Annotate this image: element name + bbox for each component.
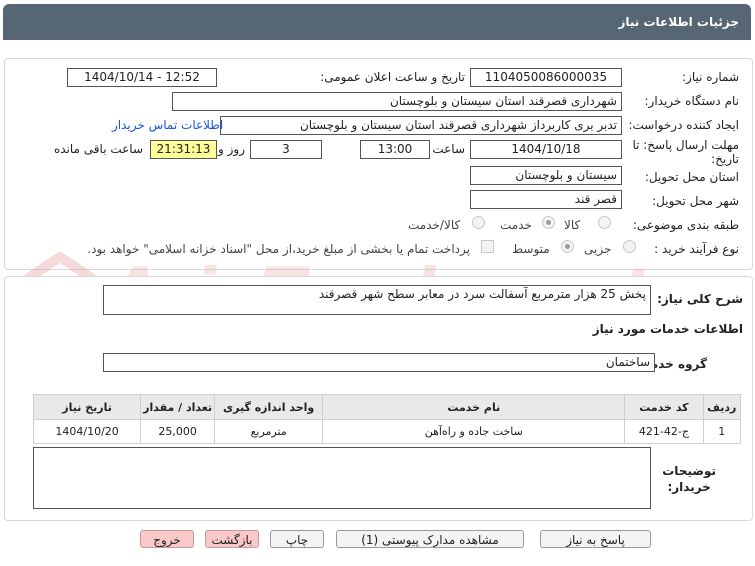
service-group-field: ساختمان [103,353,655,372]
process-type-label: نوع فرآیند خرید : [654,242,739,256]
process-option-minor-radio[interactable] [623,240,636,253]
days-label: روز و [218,142,245,156]
table-row: 1 ج-42-421 ساخت جاده و راه‌آهن مترمربع 2… [32,419,742,444]
deadline-time-field: 13:00 [360,140,430,159]
col-date-header: تاریخ نیاز [32,394,142,420]
buyer-notes-label: توضیحات خریدار: [662,463,716,495]
window-title-bar: جزئیات اطلاعات نیاز [3,4,751,40]
need-summary-field: پخش 25 هزار مترمربع آسفالت سرد در معابر … [103,285,651,315]
buyer-org-label: نام دستگاه خریدار: [644,94,740,108]
creator-label: ایجاد کننده درخواست: [628,118,739,132]
cell-service-name: ساخت جاده و راه‌آهن [322,419,626,444]
deadline-time-label: ساعت [432,142,465,156]
deadline-label: مهلت ارسال پاسخ: تا تاریخ: [632,138,739,166]
province-field: سیستان و بلوچستان [470,166,622,185]
cell-service-code: ج-42-421 [624,419,704,444]
deadline-label-line2: تاریخ: [711,152,739,166]
treasury-payment-checkbox[interactable] [481,240,494,253]
need-number-field: 1104050086000035 [470,68,622,87]
services-table: ردیف کد خدمت نام خدمت واحد اندازه گیری ت… [32,394,742,444]
deadline-date-field: 1404/10/18 [470,140,622,159]
category-label: طبقه بندی موضوعی: [632,218,739,232]
col-qty-header: تعداد / مقدار [140,394,216,420]
reply-button[interactable]: پاسخ به نیاز [540,530,651,548]
buyer-notes-field [33,447,651,509]
time-remaining-label: ساعت باقی مانده [53,142,143,156]
treasury-payment-note: پرداخت تمام یا بخشی از مبلغ خرید،از محل … [87,242,470,256]
creator-field: تدبر بری کاربرداز شهرداری قصرقند استان س… [220,116,622,135]
category-option-goods-radio[interactable] [598,216,611,229]
view-attachments-button[interactable]: مشاهده مدارک پیوستی (1) [336,530,524,548]
province-label: استان محل تحویل: [644,170,739,184]
category-option-goods-label: کالا [564,218,581,232]
cell-row-number: 1 [702,419,742,444]
city-label: شهر محل تحویل: [652,194,739,208]
col-name-header: نام خدمت [322,394,626,420]
page-title: جزئیات اطلاعات نیاز [618,15,739,29]
buyer-notes-label-line1: توضیحات [662,464,716,478]
process-option-minor-label: جزیی [584,242,612,256]
need-summary-label: شرح کلی نیاز: [657,292,743,306]
deadline-label-line1: مهلت ارسال پاسخ: تا [632,138,739,152]
exit-button[interactable]: خروج [140,530,194,548]
announce-date-label: تاریخ و ساعت اعلان عمومی: [320,70,465,84]
cell-unit: مترمربع [214,419,324,444]
need-number-label: شماره نیاز: [682,70,739,84]
back-button[interactable]: بازگشت [205,530,259,548]
days-remaining-field: 3 [250,140,322,159]
col-unit-header: واحد اندازه گیری [214,394,324,420]
col-code-header: کد خدمت [624,394,704,420]
category-option-service-label: خدمت [500,218,532,232]
cell-need-date: 1404/10/20 [32,419,142,444]
process-option-medium-label: متوسط [512,242,550,256]
category-option-service-radio[interactable] [542,216,555,229]
announce-date-field: 1404/10/14 - 12:52 [67,68,217,87]
services-table-header: ردیف کد خدمت نام خدمت واحد اندازه گیری ت… [32,394,742,420]
print-button[interactable]: چاپ [270,530,324,548]
buyer-notes-label-line2: خریدار: [667,480,711,494]
time-remaining-field: 21:31:13 [150,140,217,159]
category-option-both-label: کالا/خدمت [408,218,461,232]
buyer-org-field: شهرداری قصرقند استان سیستان و بلوچستان [172,92,622,111]
process-option-medium-radio[interactable] [561,240,574,253]
col-row-header: ردیف [702,394,742,420]
buyer-contact-link[interactable]: اطلاعات تماس خریدار [112,118,223,132]
city-field: قصر قند [470,190,622,209]
cell-quantity: 25,000 [140,419,216,444]
services-section-title: اطلاعات خدمات مورد نیاز [592,322,743,336]
category-option-both-radio[interactable] [472,216,485,229]
